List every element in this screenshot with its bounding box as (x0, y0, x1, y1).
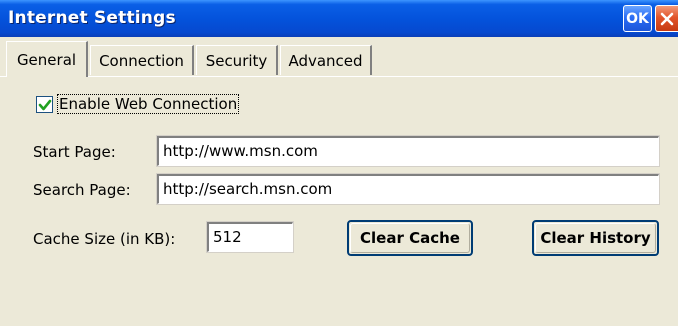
tab-connection[interactable]: Connection (90, 45, 194, 75)
internet-settings-window: Internet Settings OK General Connection … (0, 0, 678, 326)
cache-size-label: Cache Size (in KB): (33, 230, 176, 248)
close-icon (660, 12, 674, 25)
clear-history-button[interactable]: Clear History (532, 220, 659, 256)
enable-web-connection-checkbox[interactable] (36, 96, 53, 113)
tab-general[interactable]: General (6, 41, 88, 77)
tab-security[interactable]: Security (196, 45, 278, 75)
tab-strip: General Connection Security Advanced (0, 37, 678, 77)
enable-web-connection-label[interactable]: Enable Web Connection (57, 94, 240, 114)
ok-button[interactable]: OK (623, 5, 652, 32)
start-page-input[interactable]: http://www.msn.com (156, 135, 660, 167)
clear-cache-label: Clear Cache (360, 229, 460, 247)
checkmark-icon (38, 99, 51, 110)
clear-history-label: Clear History (540, 229, 651, 247)
start-page-label: Start Page: (33, 143, 116, 161)
search-page-label: Search Page: (33, 181, 131, 199)
window-title: Internet Settings (8, 8, 176, 28)
search-page-input[interactable]: http://search.msn.com (156, 173, 660, 205)
cache-size-input[interactable]: 512 (206, 221, 294, 253)
close-button[interactable] (655, 5, 678, 32)
title-bar: Internet Settings OK (0, 0, 678, 37)
tab-advanced[interactable]: Advanced (280, 45, 372, 75)
clear-cache-button[interactable]: Clear Cache (347, 220, 473, 256)
